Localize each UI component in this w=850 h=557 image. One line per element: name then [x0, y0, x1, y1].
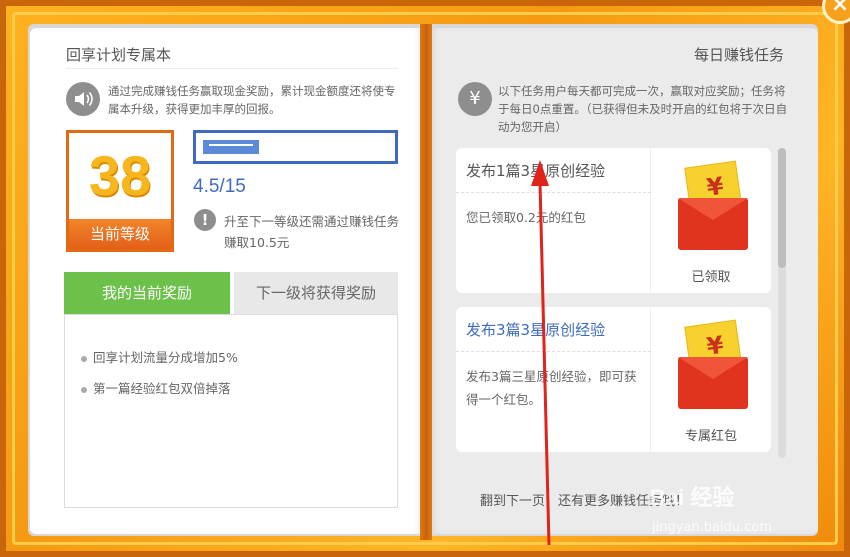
- right-intro-text: 以下任务用户每天都可完成一次，赢取对应奖励；任务将于每日0点重置。（已获得但未及…: [498, 84, 788, 134]
- left-title-divider: [66, 68, 398, 69]
- red-envelope-icon: ¥: [678, 160, 748, 250]
- level-number: 38: [88, 144, 152, 207]
- right-title-divider: [456, 68, 790, 69]
- level-progress-fill: [203, 140, 259, 154]
- red-envelope-icon[interactable]: ¥: [678, 319, 748, 409]
- task-desc: 发布3篇三星原创经验，即可获得一个红包。: [466, 369, 637, 407]
- task-list-scrollbar[interactable]: [778, 148, 786, 458]
- tab-next-level-rewards[interactable]: 下一级将获得奖励: [234, 272, 398, 314]
- speaker-icon: [66, 82, 100, 116]
- reward-item: 第一篇经验红包双倍掉落: [81, 378, 231, 397]
- level-label: 当前等级: [69, 219, 171, 249]
- task-status: 专属红包: [684, 429, 737, 444]
- task-card-1[interactable]: 发布1篇3星原创经验 您已领取0.2元的红包 ¥ 已领取: [456, 148, 771, 293]
- tab-current-rewards[interactable]: 我的当前奖励: [64, 272, 230, 322]
- level-progress-value: 4.5/15: [193, 176, 246, 197]
- book-spine: [420, 24, 432, 540]
- watermark-logo: Bai 经验: [650, 485, 735, 510]
- rewards-panel: 回享计划流量分成增加5% 第一篇经验红包双倍掉落: [64, 314, 398, 508]
- yen-icon: ¥: [458, 82, 492, 116]
- task-status: 已领取: [691, 270, 731, 285]
- upgrade-hint: 升至下一等级还需通过赚钱任务赚取10.5元: [224, 214, 400, 250]
- left-page-title: 回享计划专属本: [66, 46, 172, 64]
- alert-icon: !: [194, 209, 216, 231]
- scrollbar-thumb[interactable]: [778, 148, 786, 268]
- left-intro-text: 通过完成赚钱任务赢取现金奖励，累计现金额度还将使专属本升级，获得更加丰厚的回报。: [108, 84, 396, 116]
- reward-item: 回享计划流量分成增加5%: [81, 347, 238, 366]
- task-title[interactable]: 发布3篇3星原创经验: [466, 319, 605, 340]
- task-card-2[interactable]: 发布3篇3星原创经验 发布3篇三星原创经验，即可获得一个红包。 ¥ 专属红包: [456, 307, 771, 452]
- right-page-title: 每日赚钱任务: [694, 46, 785, 64]
- watermark-url: jingyan.baidu.com: [652, 520, 772, 535]
- task-desc: 您已领取0.2元的红包: [466, 210, 586, 225]
- close-icon: ×: [830, 0, 850, 17]
- level-progress-bar: [193, 130, 398, 164]
- level-box: 38 当前等级: [66, 130, 174, 252]
- task-title: 发布1篇3星原创经验: [466, 162, 606, 180]
